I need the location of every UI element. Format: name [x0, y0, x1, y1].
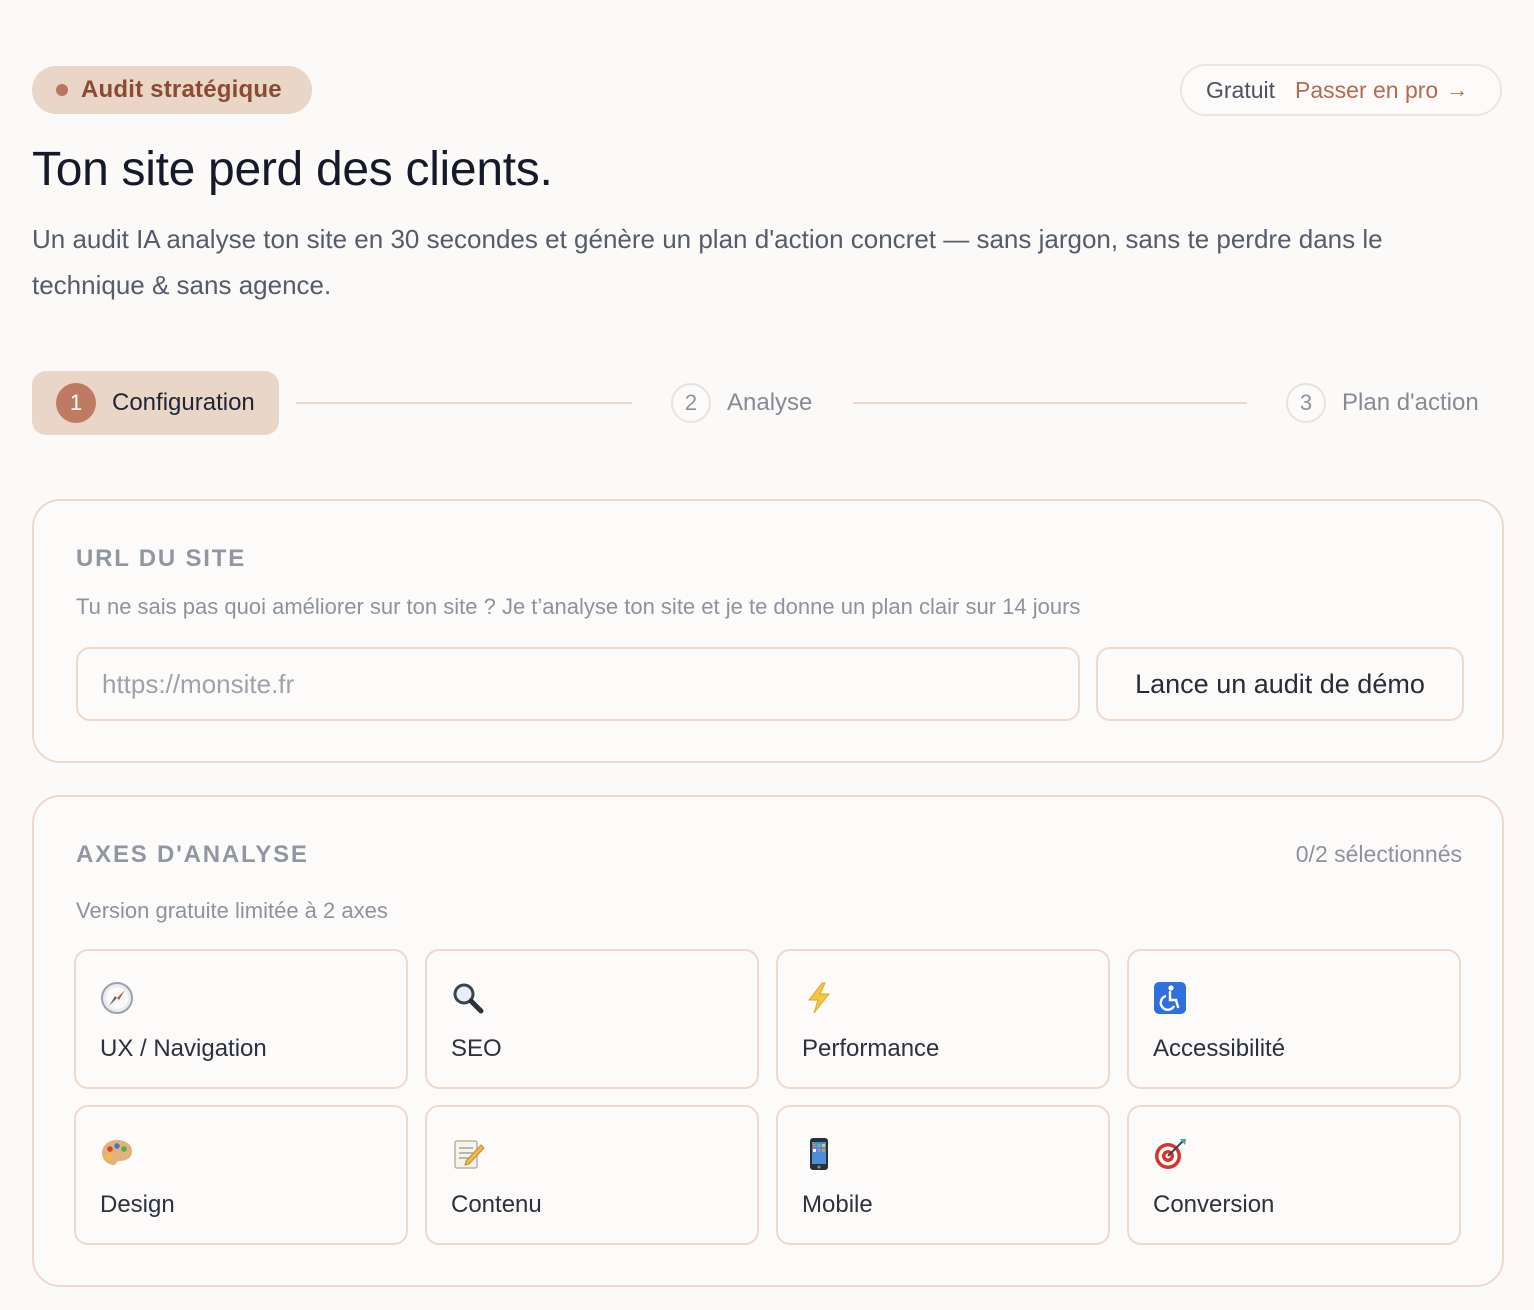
upgrade-label: Passer en pro — [1295, 76, 1439, 103]
magnifier-icon — [453, 983, 484, 1014]
lightning-icon — [807, 982, 831, 1014]
selection-counter: 0/2 sélectionnés — [1295, 841, 1462, 867]
plan-pill: Gratuit Passer en pro → — [1180, 64, 1502, 116]
step-number: 1 — [56, 383, 96, 423]
compass-icon — [101, 982, 133, 1014]
axis-design[interactable]: Design — [74, 1105, 408, 1245]
step-number: 3 — [1286, 383, 1326, 423]
step-label: Plan d'action — [1342, 389, 1479, 416]
plan-label: Gratuit — [1206, 76, 1276, 103]
smartphone-icon — [810, 1138, 828, 1170]
axis-label: Conversion — [1153, 1191, 1275, 1218]
axis-performance[interactable]: Performance — [776, 949, 1110, 1089]
badge-label: Audit stratégique — [81, 76, 282, 103]
axis-label: Mobile — [802, 1191, 873, 1218]
arrow-right-icon: → — [1446, 77, 1469, 102]
free-limit-note: Version gratuite limitée à 2 axes — [76, 898, 388, 923]
badge-dot-icon — [56, 84, 68, 96]
target-icon — [1155, 1139, 1186, 1169]
url-section-description: Tu ne sais pas quoi améliorer sur ton si… — [76, 594, 1081, 619]
step-label: Analyse — [727, 389, 813, 416]
url-input[interactable] — [76, 647, 1080, 721]
axis-label: Accessibilité — [1153, 1035, 1286, 1062]
step-analyse[interactable]: 2 Analyse — [671, 383, 812, 423]
step-connector — [853, 402, 1247, 404]
step-configuration[interactable]: 1 Configuration — [32, 371, 279, 435]
url-card: URL DU SITE Tu ne sais pas quoi améliore… — [32, 499, 1504, 763]
axis-ux-navigation[interactable]: UX / Navigation — [74, 949, 408, 1089]
upgrade-link[interactable]: Passer en pro → — [1295, 77, 1468, 104]
step-plan-action[interactable]: 3 Plan d'action — [1286, 383, 1479, 423]
axis-contenu[interactable]: Contenu — [425, 1105, 759, 1245]
palette-icon — [102, 1140, 132, 1165]
axis-label: Design — [100, 1191, 175, 1218]
axis-mobile[interactable]: Mobile — [776, 1105, 1110, 1245]
memo-icon — [454, 1140, 485, 1169]
axis-conversion[interactable]: Conversion — [1127, 1105, 1461, 1245]
step-connector — [296, 402, 632, 404]
wheelchair-icon — [1154, 982, 1186, 1014]
axis-label: SEO — [451, 1035, 502, 1062]
axis-accessibilite[interactable]: Accessibilité — [1127, 949, 1461, 1089]
page-subtitle: Un audit IA analyse ton site en 30 secon… — [32, 224, 1383, 300]
axis-seo[interactable]: SEO — [425, 949, 759, 1089]
step-label: Configuration — [112, 389, 255, 416]
step-number: 2 — [671, 383, 711, 423]
axis-label: Performance — [802, 1035, 940, 1062]
demo-audit-button[interactable]: Lance un audit de démo — [1096, 647, 1464, 721]
axis-label: Contenu — [451, 1191, 542, 1218]
audit-badge: Audit stratégique — [32, 66, 312, 114]
axes-card: AXES D'ANALYSE 0/2 sélectionnés Version … — [32, 795, 1504, 1287]
axes-section-title: AXES D'ANALYSE — [76, 841, 309, 868]
axis-label: UX / Navigation — [100, 1035, 267, 1062]
page-title: Ton site perd des clients. — [32, 143, 553, 196]
url-section-title: URL DU SITE — [76, 545, 247, 572]
